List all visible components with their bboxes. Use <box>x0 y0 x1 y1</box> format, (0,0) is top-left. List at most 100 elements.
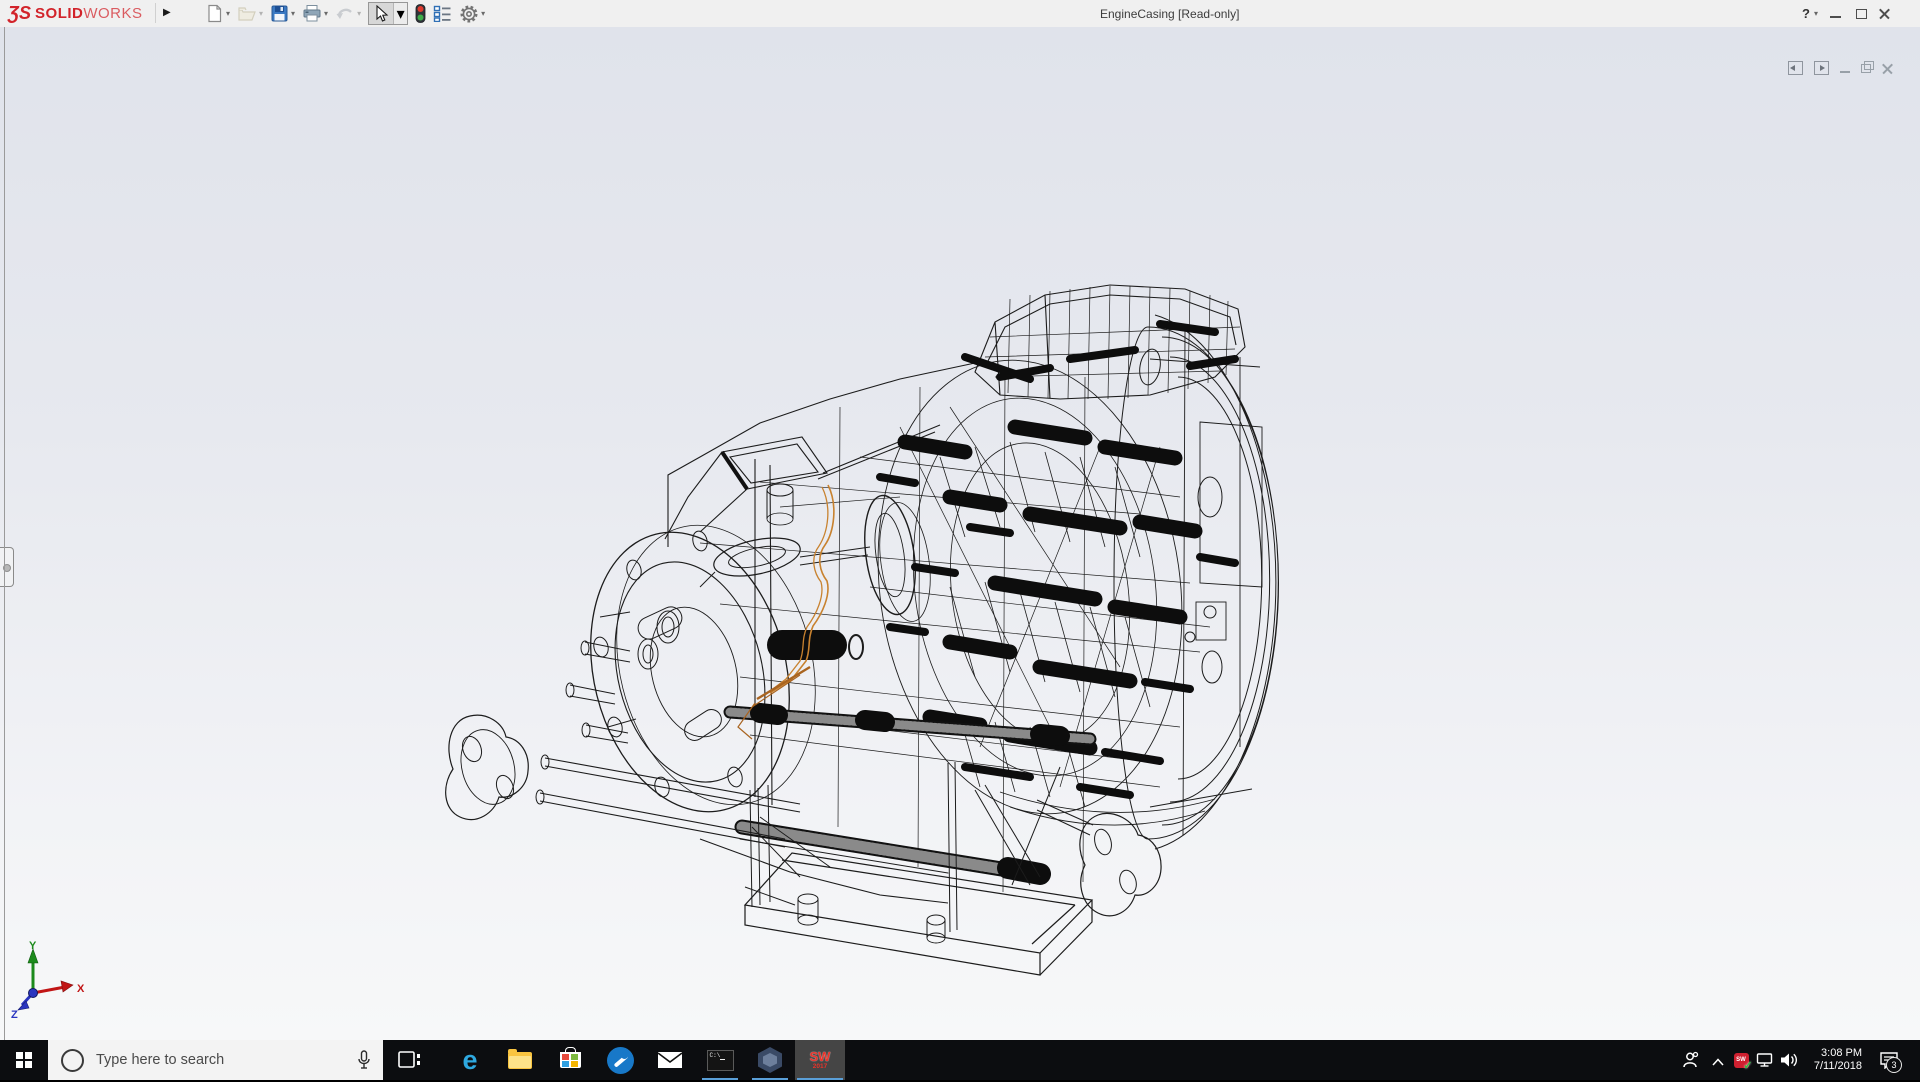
file-explorer-icon <box>508 1052 532 1069</box>
document-close-button[interactable] <box>1882 63 1893 74</box>
show-right-pane-button[interactable] <box>1814 61 1829 75</box>
volume-button[interactable] <box>1776 1040 1802 1080</box>
dropdown-caret-icon[interactable]: ▾ <box>481 9 485 18</box>
tray-overflow-button[interactable] <box>1706 1042 1730 1082</box>
brand-works: WORKS <box>83 5 142 22</box>
people-button[interactable] <box>1676 1040 1704 1080</box>
network-button[interactable] <box>1752 1040 1778 1080</box>
new-document-button[interactable]: ▾ <box>205 4 230 23</box>
gear-icon <box>459 4 479 24</box>
microphone-icon[interactable] <box>357 1050 371 1070</box>
show-left-pane-button[interactable] <box>1788 61 1803 75</box>
taskbar-solidworks-button[interactable]: SW 2017 <box>795 1040 845 1080</box>
select-tool-group: ▾ <box>368 2 408 25</box>
restore-button[interactable] <box>1856 9 1867 19</box>
open-document-button[interactable]: ▾ <box>237 4 263 23</box>
save-button[interactable]: ▾ <box>270 4 295 23</box>
black-cylinder-bushing[interactable] <box>782 635 863 659</box>
wrench-circle-icon <box>607 1047 634 1074</box>
engine-casing-wireframe-model[interactable] <box>0 27 1920 1040</box>
dassault-mark-icon: ƷS <box>8 3 31 24</box>
document-window-controls <box>1788 61 1893 75</box>
taskbar-store-button[interactable] <box>550 1040 590 1080</box>
cmd-icon-text: C:\ <box>710 1052 721 1059</box>
minimize-button[interactable] <box>1830 16 1841 18</box>
dropdown-caret-icon[interactable]: ▾ <box>226 9 230 18</box>
file-properties-button[interactable] <box>433 5 452 22</box>
taskbar-command-prompt-button[interactable]: C:\ <box>700 1040 740 1080</box>
traffic-light-icon <box>415 4 426 23</box>
cylinder-head-cluster[interactable] <box>975 285 1245 399</box>
command-prompt-icon: C:\ <box>707 1050 734 1071</box>
tray-date: 7/11/2018 <box>1814 1060 1862 1074</box>
right-end-plate[interactable] <box>1037 800 1161 916</box>
help-button[interactable]: ? <box>1802 6 1810 21</box>
document-minimize-button[interactable] <box>1840 71 1850 73</box>
cursor-arrow-icon <box>374 5 389 22</box>
threaded-rod-upper[interactable] <box>730 712 1090 739</box>
chevron-up-icon <box>1712 1058 1724 1066</box>
hexagon-app-icon <box>758 1047 782 1073</box>
search-input[interactable] <box>94 1051 357 1069</box>
left-flange[interactable] <box>562 504 843 833</box>
dropdown-caret-icon[interactable]: ▾ <box>291 9 295 18</box>
options-button[interactable]: ▾ <box>459 4 485 24</box>
cortana-icon <box>61 1049 84 1072</box>
edge-icon: e <box>462 1047 477 1074</box>
task-view-icon <box>398 1050 422 1070</box>
mail-icon <box>658 1052 682 1068</box>
selected-edge-highlight[interactable] <box>738 485 834 739</box>
dropdown-caret-icon[interactable]: ▾ <box>259 9 263 18</box>
brand-separator <box>155 3 156 23</box>
undo-button[interactable]: ▾ <box>335 4 361 23</box>
window-title: EngineCasing [Read-only] <box>1100 7 1239 21</box>
threaded-rod-lower[interactable] <box>740 827 1040 874</box>
print-button[interactable]: ▾ <box>302 4 328 23</box>
viewport-left-border <box>4 27 5 1040</box>
triad-x-label: X <box>77 983 85 995</box>
document-restore-button[interactable] <box>1861 64 1871 73</box>
taskbar-mail-button[interactable] <box>650 1040 690 1080</box>
tray-time: 3:08 PM <box>1821 1047 1862 1061</box>
help-dropdown-caret-icon[interactable]: ▾ <box>1814 9 1818 18</box>
speaker-icon <box>1780 1052 1799 1068</box>
taskbar-hexagon-app-button[interactable] <box>750 1040 790 1080</box>
solidworks-logo: ƷS SOLID WORKS <box>8 2 143 25</box>
solidworks-tray-icon: SW ✓ <box>1734 1053 1749 1068</box>
open-folder-icon <box>237 4 257 23</box>
solidworks-sw-icon: SW <box>810 1050 831 1063</box>
undo-arrow-icon <box>335 4 355 23</box>
close-button[interactable] <box>1879 8 1890 19</box>
start-button[interactable] <box>0 1040 48 1080</box>
dropdown-caret-icon: ▾ <box>397 4 405 24</box>
taskbar-file-explorer-button[interactable] <box>500 1040 540 1080</box>
triad-z-label: Z <box>11 1009 18 1021</box>
select-tool-dropdown[interactable]: ▾ <box>393 3 407 24</box>
action-center-button[interactable]: 3 <box>1872 1040 1906 1080</box>
people-icon <box>1681 1051 1699 1069</box>
dropdown-caret-icon[interactable]: ▾ <box>357 9 361 18</box>
microsoft-store-icon <box>560 1052 581 1068</box>
dropdown-caret-icon[interactable]: ▾ <box>324 9 328 18</box>
solidworks-2017-label: 2017 <box>813 1064 827 1071</box>
featuremanager-collapsed-tab[interactable] <box>0 547 14 587</box>
tray-solidworks-button[interactable]: SW ✓ <box>1728 1040 1754 1080</box>
network-icon <box>1756 1052 1774 1068</box>
rebuild-button[interactable] <box>415 4 426 23</box>
window-controls: ? ▾ <box>1802 0 1890 27</box>
task-view-button[interactable] <box>390 1040 430 1080</box>
left-arrow-icon <box>1790 65 1795 71</box>
orientation-triad: Y X Z <box>10 935 105 1025</box>
taskbar-clock[interactable]: 3:08 PM 7/11/2018 <box>1800 1040 1862 1080</box>
windows-logo-icon <box>16 1052 32 1068</box>
save-floppy-icon <box>270 4 289 23</box>
right-arrow-icon <box>1820 65 1825 71</box>
select-tool-button[interactable] <box>369 3 393 24</box>
new-document-icon <box>205 4 224 23</box>
taskbar-edge-button[interactable]: e <box>450 1040 490 1080</box>
properties-list-icon <box>433 5 452 22</box>
menu-expand-arrow[interactable]: ▶ <box>163 7 171 18</box>
taskbar-search[interactable] <box>48 1040 383 1080</box>
taskbar-settings-button[interactable] <box>600 1040 640 1080</box>
graphics-viewport[interactable]: Y X Z *Dimetric <box>0 27 1920 1040</box>
